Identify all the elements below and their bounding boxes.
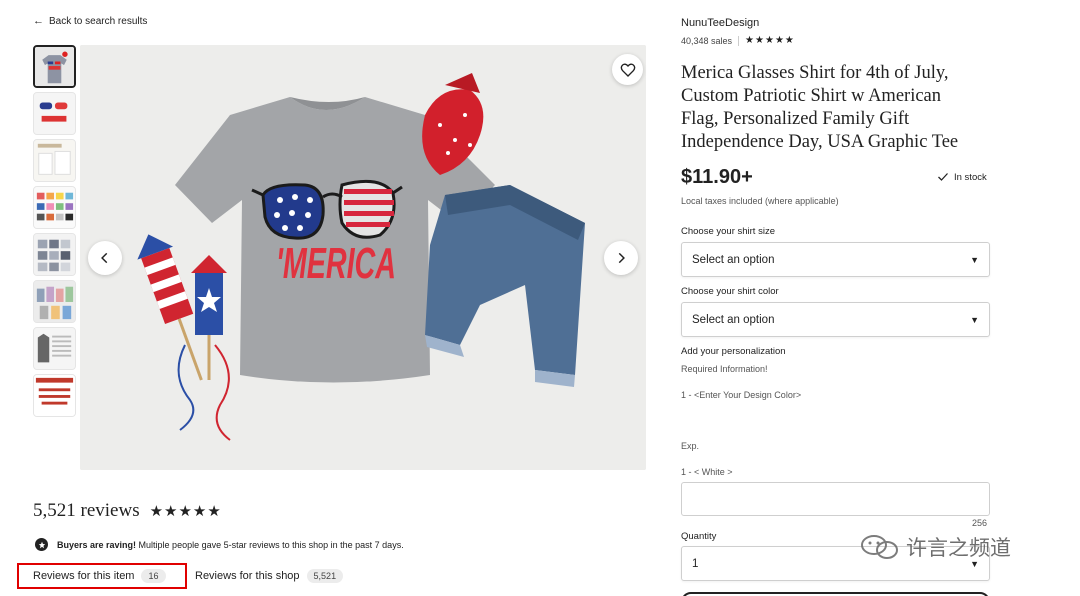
personalization-example-label: Exp. <box>681 441 700 451</box>
tab-reviews-for-item[interactable]: Reviews for this item 16 <box>17 563 187 589</box>
color-select-value: Select an option <box>692 313 775 326</box>
wechat-icon <box>861 535 898 559</box>
watermark-text: 许言之频道 <box>906 536 1011 560</box>
shop-name-link[interactable]: NunuTeeDesign <box>681 17 759 29</box>
watermark: 许言之频道 <box>860 532 1011 562</box>
tax-note: Local taxes included (where applicable) <box>681 196 839 206</box>
tab-label: Reviews for this item <box>33 570 135 582</box>
add-to-cart-button[interactable] <box>681 592 990 596</box>
buyers-raving-note: Buyers are raving! Multiple people gave … <box>35 538 404 551</box>
personalization-required: Required Information! <box>681 364 768 374</box>
reviews-count: 5,521 reviews <box>33 500 140 521</box>
color-label: Choose your shirt color <box>681 286 779 297</box>
thumbnail-3[interactable] <box>33 139 76 182</box>
stock-label: In stock <box>954 171 987 183</box>
heart-icon <box>620 63 635 77</box>
raving-text: Multiple people gave 5-star reviews to t… <box>136 539 404 550</box>
next-image-button[interactable] <box>604 241 638 275</box>
reviews-stars: ★★★★★ <box>149 503 222 520</box>
thumbnail-4[interactable] <box>33 186 76 229</box>
chat-bubble-icon <box>35 538 48 551</box>
back-to-search-link[interactable]: ← Back to search results <box>33 15 147 27</box>
caret-down-icon: ▼ <box>970 254 979 265</box>
char-remaining: 256 <box>972 518 988 528</box>
personalization-instruction: 1 - <Enter Your Design Color> <box>681 390 802 400</box>
shop-rating-stars: ★★★★★ <box>745 35 795 46</box>
raving-bold: Buyers are raving! <box>57 539 137 550</box>
shop-sales-line: 40,348 sales ★★★★★ <box>681 35 795 46</box>
back-link-label: Back to search results <box>49 15 148 27</box>
chevron-left-icon <box>101 252 108 264</box>
thumbnail-6[interactable] <box>33 280 76 323</box>
tab-count-badge: 16 <box>141 569 166 583</box>
product-title: Merica Glasses Shirt for 4th of July, Cu… <box>681 63 959 152</box>
divider <box>738 35 740 46</box>
size-select-value: Select an option <box>692 253 775 266</box>
previous-image-button[interactable] <box>88 241 122 275</box>
personalization-example: 1 - < White > <box>681 467 733 477</box>
review-tabs: Reviews for this item 16 Reviews for thi… <box>17 563 353 589</box>
main-product-image[interactable]: 'MERICA <box>80 45 646 470</box>
chevron-right-icon <box>618 252 625 264</box>
thumbnail-1[interactable] <box>33 45 76 88</box>
thumbnail-strip <box>33 45 76 421</box>
thumbnail-8[interactable] <box>33 374 76 417</box>
thumbnail-7[interactable] <box>33 327 76 370</box>
arrow-left-icon: ← <box>33 15 44 27</box>
size-select[interactable]: Select an option ▼ <box>681 242 990 277</box>
caret-down-icon: ▼ <box>970 314 979 325</box>
size-label: Choose your shirt size <box>681 226 775 237</box>
reviews-header: 5,521 reviews ★★★★★ <box>33 500 222 522</box>
tab-count-badge: 5,521 <box>306 569 344 583</box>
personalization-input[interactable] <box>681 482 990 516</box>
thumbnail-2[interactable] <box>33 92 76 135</box>
product-price: $11.90+ <box>681 166 753 188</box>
checkmark-icon <box>938 173 948 181</box>
tab-reviews-for-shop[interactable]: Reviews for this shop 5,521 <box>187 563 353 589</box>
tab-label: Reviews for this shop <box>195 570 300 582</box>
shirt-graphic-text: 'MERICA <box>276 239 396 288</box>
stock-status: In stock <box>937 171 987 183</box>
personalization-label: Add your personalization <box>681 346 786 357</box>
sales-count: 40,348 sales <box>681 35 733 46</box>
color-select[interactable]: Select an option ▼ <box>681 302 990 337</box>
quantity-label: Quantity <box>681 531 717 542</box>
favorite-button[interactable] <box>612 54 643 85</box>
thumbnail-5[interactable] <box>33 233 76 276</box>
quantity-value: 1 <box>692 557 699 570</box>
